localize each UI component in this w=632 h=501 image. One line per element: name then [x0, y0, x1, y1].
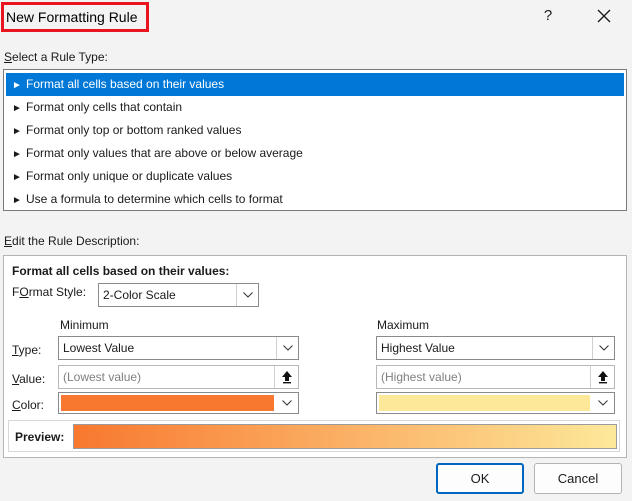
- rule-type-item-label: Format only unique or duplicate values: [26, 169, 233, 183]
- format-style-label: FOrmat Style:: [12, 285, 86, 299]
- arrow-icon: ►: [12, 172, 22, 183]
- arrow-icon: ►: [12, 80, 22, 91]
- rule-type-item-label: Format only values that are above or bel…: [26, 146, 303, 160]
- max-value-input[interactable]: (Highest value): [376, 365, 615, 389]
- ok-button[interactable]: OK: [436, 463, 524, 494]
- rule-type-list[interactable]: ► Format all cells based on their values …: [3, 69, 627, 211]
- arrow-icon: ►: [12, 103, 22, 114]
- range-picker-icon[interactable]: [274, 366, 298, 388]
- min-color-swatch: [61, 395, 274, 411]
- format-style-label-accel: O: [19, 285, 29, 299]
- chevron-down-icon: [592, 393, 614, 413]
- close-icon: [597, 9, 611, 23]
- rule-type-item[interactable]: ► Format all cells based on their values: [6, 73, 624, 96]
- maximum-heading: Maximum: [377, 318, 430, 332]
- type-label-rest: ype:: [18, 343, 42, 357]
- rule-type-label-rest: elect a Rule Type:: [12, 50, 108, 64]
- rule-description-label: Edit the Rule Description:: [4, 234, 139, 248]
- chevron-down-icon: [592, 337, 614, 359]
- color-label-rest: olor:: [20, 398, 45, 412]
- cancel-button[interactable]: Cancel: [534, 463, 622, 494]
- arrow-icon: ►: [12, 195, 22, 206]
- arrow-icon: ►: [12, 149, 22, 160]
- format-style-dropdown[interactable]: 2-Color Scale: [98, 283, 259, 307]
- min-type-dropdown[interactable]: Lowest Value: [58, 336, 299, 360]
- chevron-down-icon: [276, 337, 298, 359]
- rule-type-item[interactable]: ► Format only values that are above or be…: [6, 142, 624, 165]
- description-heading: Format all cells based on their values:: [12, 264, 230, 278]
- max-color-dropdown[interactable]: [376, 392, 615, 414]
- min-type-value: Lowest Value: [63, 341, 135, 355]
- format-style-label-rest: rmat Style:: [28, 285, 87, 299]
- rule-type-label-accel: S: [4, 50, 13, 64]
- help-button[interactable]: ?: [536, 5, 560, 27]
- min-value-input[interactable]: (Lowest value): [58, 365, 299, 389]
- preview-gradient-bar: [73, 424, 617, 449]
- type-label: Type:: [12, 343, 41, 357]
- rule-type-item[interactable]: ► Use a formula to determine which cells …: [6, 188, 624, 211]
- rule-description-label-accel: E: [4, 234, 13, 248]
- max-type-dropdown[interactable]: Highest Value: [376, 336, 615, 360]
- rule-type-item-label: Format only cells that contain: [26, 100, 183, 114]
- rule-description-panel: Format all cells based on their values: …: [3, 255, 627, 458]
- preview-label: Preview:: [15, 430, 65, 444]
- value-label-rest: alue:: [19, 372, 46, 386]
- max-type-value: Highest Value: [381, 341, 455, 355]
- max-value-placeholder: (Highest value): [381, 370, 462, 384]
- title-bar: New Formatting Rule ?: [0, 0, 632, 32]
- rule-type-item-label: Format all cells based on their values: [26, 77, 225, 91]
- rule-type-item-label: Use a formula to determine which cells t…: [26, 192, 283, 206]
- rule-type-item-label: Format only top or bottom ranked values: [26, 123, 242, 137]
- value-label: Value:: [12, 372, 45, 386]
- chevron-down-icon: [276, 393, 298, 413]
- arrow-icon: ►: [12, 126, 22, 137]
- format-style-value: 2-Color Scale: [103, 288, 176, 302]
- type-label-accel: T: [12, 343, 19, 357]
- rule-type-label: Select a Rule Type:: [4, 50, 108, 64]
- close-button[interactable]: [590, 4, 618, 28]
- minimum-heading: Minimum: [60, 318, 109, 332]
- min-value-placeholder: (Lowest value): [63, 370, 142, 384]
- range-picker-icon[interactable]: [590, 366, 614, 388]
- max-color-swatch: [379, 395, 590, 411]
- rule-type-item[interactable]: ► Format only cells that contain: [6, 96, 624, 119]
- color-label-accel: C: [12, 398, 21, 412]
- rule-type-item[interactable]: ► Format only unique or duplicate values: [6, 165, 624, 188]
- rule-type-item[interactable]: ► Format only top or bottom ranked values: [6, 119, 624, 142]
- chevron-down-icon: [236, 284, 258, 306]
- preview-box: Preview:: [8, 420, 620, 452]
- rule-description-label-rest: dit the Rule Description:: [12, 234, 140, 248]
- color-label: Color:: [12, 398, 44, 412]
- dialog-title: New Formatting Rule: [1, 2, 149, 32]
- min-color-dropdown[interactable]: [58, 392, 299, 414]
